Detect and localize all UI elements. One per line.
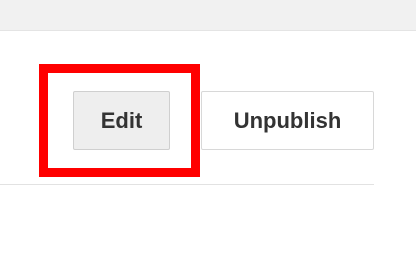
unpublish-button-label: Unpublish	[233, 107, 342, 133]
divider	[0, 184, 374, 185]
edit-button[interactable]: Edit	[73, 91, 170, 150]
unpublish-button[interactable]: Unpublish	[201, 91, 374, 150]
edit-button-label: Edit	[100, 107, 143, 133]
top-header-band	[0, 0, 416, 31]
